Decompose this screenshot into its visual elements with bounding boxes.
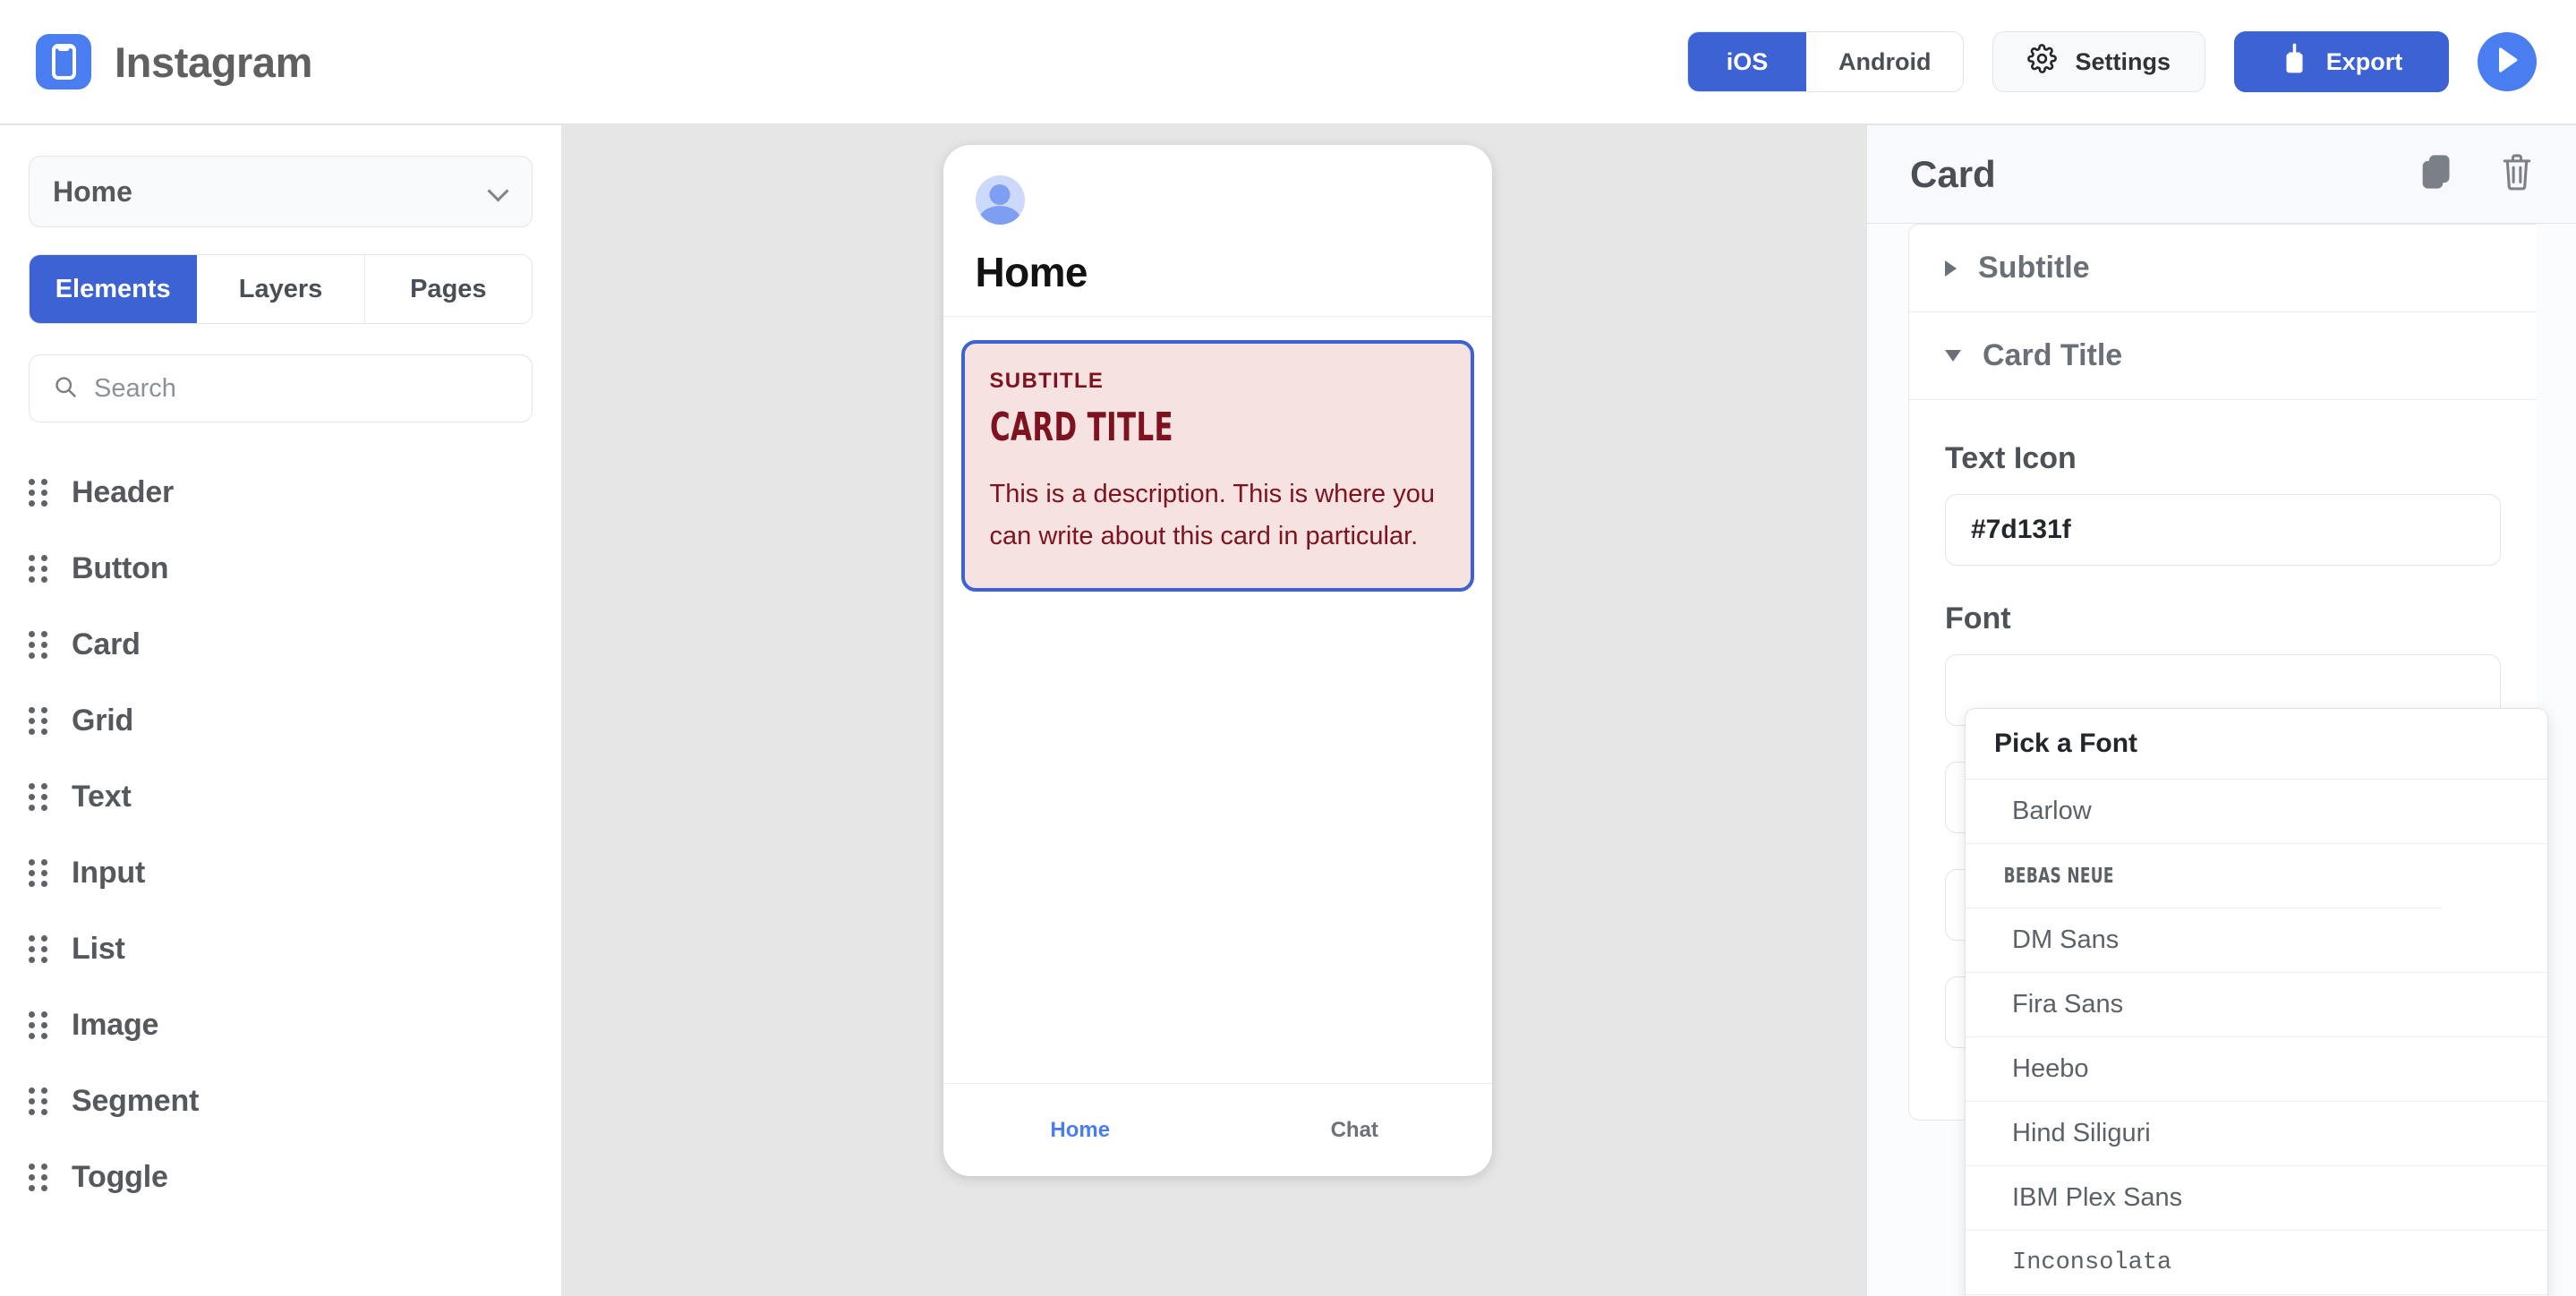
- segment-ios[interactable]: iOS: [1688, 32, 1806, 91]
- preview-card-element[interactable]: SUBTITLE CARD TITLE This is a descriptio…: [960, 340, 1474, 592]
- palette-item-segment[interactable]: Segment: [29, 1063, 533, 1139]
- palette-item-label: Segment: [72, 1084, 200, 1118]
- drag-handle-icon[interactable]: [29, 707, 47, 735]
- palette-item-label: Toggle: [72, 1160, 168, 1194]
- properties-panel-title: Card: [1910, 152, 1996, 195]
- font-option-heebo[interactable]: Heebo: [1966, 1037, 2547, 1102]
- preview-header: Home: [943, 145, 1492, 317]
- palette-item-toggle[interactable]: Toggle: [29, 1139, 533, 1215]
- chevron-right-icon: [1945, 260, 1957, 277]
- properties-panel-header: Card: [1867, 125, 2576, 224]
- search-input[interactable]: [94, 373, 508, 404]
- drag-handle-icon[interactable]: [29, 631, 47, 659]
- text-icon-input[interactable]: #7d131f: [1945, 494, 2501, 566]
- section-card-title[interactable]: Card Title: [1909, 312, 2537, 400]
- font-option-bebas-neue[interactable]: Bebas Neue: [1966, 844, 2443, 908]
- preview-tab-chat[interactable]: Chat: [1217, 1118, 1492, 1143]
- card-subtitle: SUBTITLE: [989, 369, 1105, 393]
- section-label: Card Title: [1983, 338, 2123, 372]
- palette-item-label: Text: [72, 780, 132, 814]
- download-icon: [2281, 43, 2308, 81]
- drag-handle-icon[interactable]: [29, 1087, 47, 1115]
- phone-device-icon: [51, 44, 76, 80]
- drag-handle-icon[interactable]: [29, 783, 47, 811]
- palette-item-label: List: [72, 932, 125, 966]
- palette-item-label: Input: [72, 856, 146, 890]
- palette-item-input[interactable]: Input: [29, 835, 533, 911]
- palette-item-label: Button: [72, 551, 169, 585]
- drag-handle-icon[interactable]: [29, 1011, 47, 1039]
- drag-handle-icon[interactable]: [29, 935, 47, 963]
- gear-icon: [2027, 44, 2058, 80]
- segment-android[interactable]: Android: [1806, 32, 1964, 91]
- page-selector-value: Home: [53, 175, 132, 208]
- font-option-barlow[interactable]: Barlow: [1966, 780, 2547, 844]
- tab-elements[interactable]: Elements: [30, 255, 198, 323]
- section-subtitle[interactable]: Subtitle: [1909, 225, 2537, 312]
- card-title: CARD TITLE: [989, 405, 1173, 450]
- search-box[interactable]: [29, 354, 533, 422]
- tab-layers[interactable]: Layers: [197, 255, 365, 323]
- palette-item-label: Image: [72, 1008, 159, 1042]
- font-option-ibm-plex-sans[interactable]: IBM Plex Sans: [1966, 1166, 2547, 1231]
- toolbar-actions: iOS Android Settings Export: [1687, 31, 2537, 92]
- drag-handle-icon[interactable]: [29, 859, 47, 887]
- trash-icon[interactable]: [2501, 153, 2533, 195]
- export-button[interactable]: Export: [2234, 31, 2449, 92]
- palette-item-list[interactable]: List: [29, 911, 533, 987]
- drag-handle-icon[interactable]: [29, 479, 47, 507]
- app-brand: Instagram: [36, 34, 312, 90]
- palette-item-button[interactable]: Button: [29, 531, 533, 607]
- palette-item-grid[interactable]: Grid: [29, 683, 533, 759]
- palette-item-image[interactable]: Image: [29, 987, 533, 1063]
- play-icon: [2494, 46, 2521, 79]
- chevron-down-icon: [489, 182, 508, 201]
- palette-item-card[interactable]: Card: [29, 607, 533, 683]
- palette-item-label: Card: [72, 627, 141, 661]
- search-icon: [53, 374, 78, 404]
- text-icon-label: Text Icon: [1945, 441, 2077, 475]
- chevron-down-icon: [1945, 350, 1961, 362]
- platform-segmented-control[interactable]: iOS Android: [1687, 31, 1965, 92]
- palette-item-header[interactable]: Header: [29, 455, 533, 531]
- left-sidebar: Home Elements Layers Pages Search Header…: [0, 125, 561, 1296]
- app-title: Instagram: [115, 38, 313, 86]
- palette-item-label: Header: [72, 475, 175, 509]
- export-label: Export: [2325, 47, 2403, 75]
- preview-tabbar: Home Chat: [943, 1083, 1492, 1176]
- font-option-hind-siliguri[interactable]: Hind Siliguri: [1966, 1102, 2547, 1166]
- app-root: Instagram iOS Android Settings Export Ho…: [0, 0, 2576, 1296]
- font-option-inconsolata[interactable]: Inconsolata: [1966, 1231, 2547, 1295]
- font-picker-dropdown[interactable]: Pick a Font Barlow Bebas Neue DM Sans Fi…: [1965, 708, 2548, 1296]
- palette-item-label: Grid: [72, 703, 134, 738]
- preview-content: SUBTITLE CARD TITLE This is a descriptio…: [943, 317, 1492, 1083]
- duplicate-icon[interactable]: [2418, 153, 2454, 195]
- settings-button[interactable]: Settings: [1992, 31, 2205, 92]
- sidebar-tabs: Elements Layers Pages: [29, 254, 533, 324]
- tab-pages[interactable]: Pages: [364, 255, 532, 323]
- palette-item-text[interactable]: Text: [29, 759, 533, 835]
- section-label: Subtitle: [1978, 251, 2090, 285]
- font-option-fira-sans[interactable]: Fira Sans: [1966, 973, 2547, 1037]
- top-toolbar: Instagram iOS Android Settings Export: [0, 0, 2576, 125]
- properties-panel-actions: [2418, 153, 2533, 195]
- card-description: This is a description. This is where you…: [989, 480, 1436, 550]
- phone-preview: Home SUBTITLE CARD TITLE This is a descr…: [943, 145, 1492, 1176]
- preview-play-button[interactable]: [2478, 32, 2537, 91]
- drag-handle-icon[interactable]: [29, 1164, 47, 1191]
- font-picker-header: Pick a Font: [1966, 709, 2547, 780]
- app-logo-icon: [36, 34, 91, 90]
- element-palette: Header Button Card Grid Text Input List …: [29, 455, 533, 1215]
- drag-handle-icon[interactable]: [29, 555, 47, 583]
- page-selector[interactable]: Home: [29, 156, 533, 227]
- settings-label: Settings: [2075, 47, 2171, 75]
- preview-screen-title: Home: [975, 249, 1088, 295]
- canvas-area[interactable]: Home SUBTITLE CARD TITLE This is a descr…: [561, 125, 1866, 1296]
- preview-tab-home[interactable]: Home: [943, 1118, 1218, 1143]
- user-avatar-icon: [975, 175, 1025, 225]
- font-label: Font: [1945, 601, 2011, 635]
- font-option-dm-sans[interactable]: DM Sans: [1966, 908, 2547, 973]
